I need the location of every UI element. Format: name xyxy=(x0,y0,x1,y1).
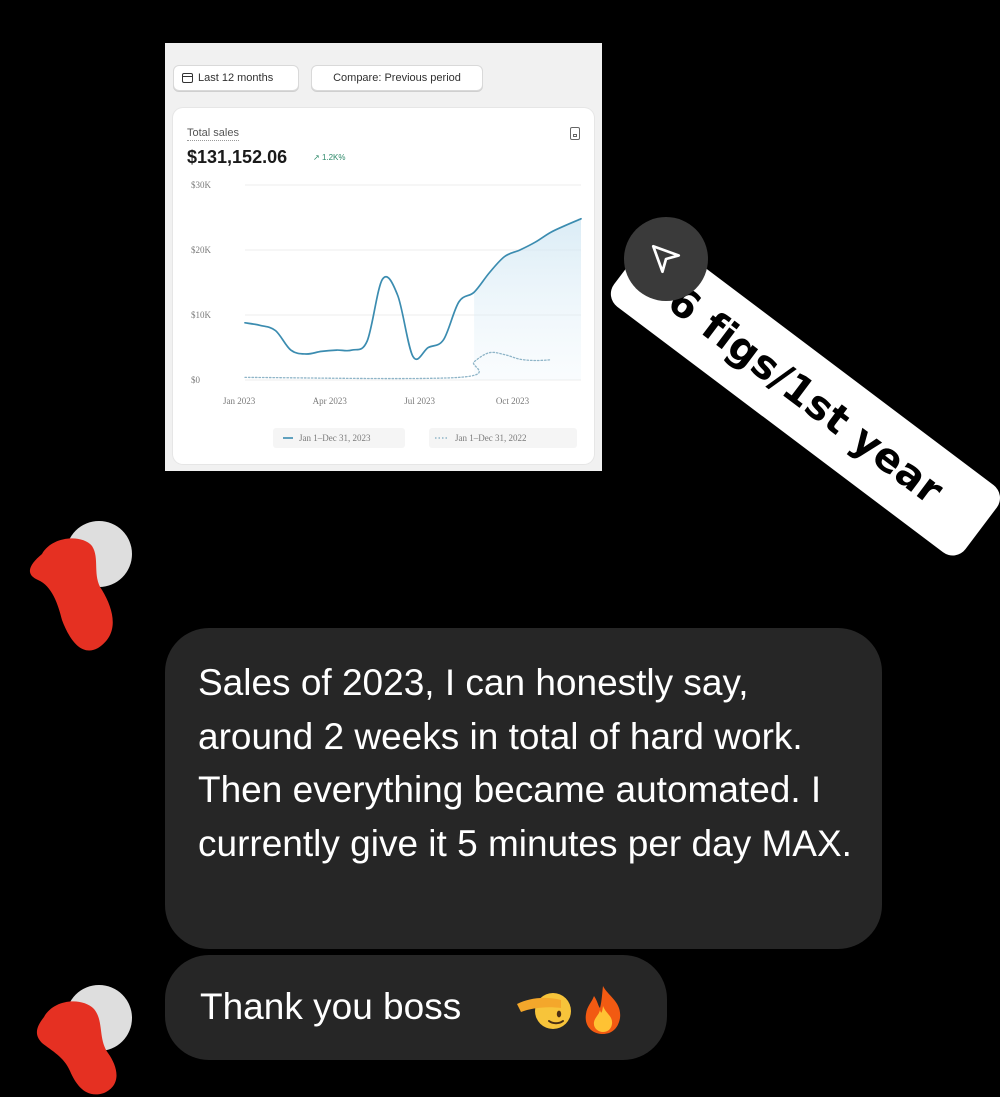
legend-label-2022: Jan 1–Dec 31, 2022 xyxy=(455,433,527,443)
x-tick-label: Apr 2023 xyxy=(313,396,348,406)
date-range-button[interactable]: Last 12 months xyxy=(173,65,299,91)
y-tick-label: $10K xyxy=(191,310,212,320)
y-tick-label: $0 xyxy=(191,375,201,385)
avatar[interactable] xyxy=(36,985,132,1095)
compare-label: Compare: Previous period xyxy=(333,72,461,84)
message-bubble[interactable]: Sales of 2023, I can honestly say, aroun… xyxy=(165,628,882,949)
compare-period-button[interactable]: Compare: Previous period xyxy=(311,65,483,91)
sticker-text: 6 figs/1st year xyxy=(658,277,952,515)
paper-plane-icon xyxy=(651,244,681,274)
y-tick-label: $30K xyxy=(191,180,212,190)
message-text: Thank you boss xyxy=(200,986,462,1027)
x-tick-label: Jan 2023 xyxy=(223,396,256,406)
y-tick-label: $20K xyxy=(191,245,212,255)
message-text: Sales of 2023, I can honestly say, aroun… xyxy=(198,662,852,864)
saluting-face-emoji xyxy=(517,993,571,1029)
date-range-label: Last 12 months xyxy=(198,72,274,84)
series-area-fill xyxy=(474,218,581,380)
total-sales-card: Total sales $131,152.06 ↗ 1.2K% $30K $20K… xyxy=(173,108,594,464)
shared-sales-screenshot[interactable]: Last 12 months Compare: Previous period … xyxy=(165,43,602,471)
sales-line-chart: $30K $20K $10K $0 Jan 2023 Apr 2023 Jul 2023 Oc… xyxy=(191,180,582,448)
x-tick-label: Oct 2023 xyxy=(496,396,530,406)
x-tick-label: Jul 2023 xyxy=(404,396,435,406)
redaction-mark xyxy=(29,538,113,651)
legend-label-2023: Jan 1–Dec 31, 2023 xyxy=(299,433,371,443)
fire-emoji xyxy=(585,986,621,1034)
calendar-icon xyxy=(182,73,193,83)
share-send-button[interactable] xyxy=(624,217,708,301)
avatar[interactable] xyxy=(29,521,132,651)
redaction-mark xyxy=(36,1001,117,1095)
